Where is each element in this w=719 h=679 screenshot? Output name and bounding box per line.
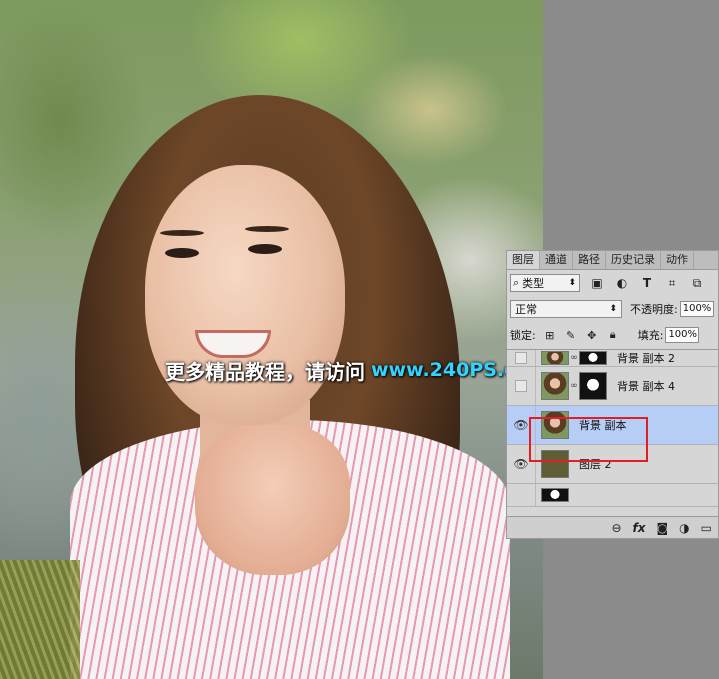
photo-eye-left [165, 248, 199, 258]
image-filter-icon[interactable]: ▣ [589, 275, 605, 291]
smart-object-filter-icon[interactable]: ⧉ [689, 275, 705, 291]
watermark: 更多精品教程，请访问 www.240PS.com [165, 356, 543, 384]
blend-mode-value: 正常 [515, 303, 537, 316]
watermark-text: 更多精品教程，请访问 [165, 359, 365, 384]
layer-name: 背景 副本 4 [617, 380, 675, 393]
add-mask-icon[interactable]: ◙ [657, 521, 669, 535]
layer-row[interactable] [507, 484, 718, 507]
layer-mask-thumbnail[interactable] [579, 372, 607, 400]
panel-tabs: 图层 通道 路径 历史记录 动作 [507, 251, 718, 270]
layer-filter-select[interactable]: ⌕ 类型 ⬍ [510, 274, 580, 292]
link-chain-icon: ∞ [570, 381, 578, 391]
highlight-box [529, 417, 648, 462]
layer-mask-thumbnail[interactable] [579, 351, 607, 365]
new-group-icon[interactable]: ▭ [701, 521, 712, 535]
photo-hands [195, 425, 350, 575]
lock-position-icon[interactable]: ✥ [585, 328, 599, 342]
visibility-toggle[interactable] [507, 484, 536, 506]
layer-row[interactable]: ∞ 背景 副本 2 [507, 350, 718, 367]
visibility-toggle[interactable] [507, 367, 536, 405]
eye-icon: 👁︎ [513, 418, 529, 432]
filter-row: ⌕ 类型 ⬍ ▣ ◐ T ⌗ ⧉ [507, 270, 718, 296]
photo-brow-left [160, 230, 204, 236]
fill-label: 填充: [637, 329, 664, 342]
lock-label: 锁定: [510, 329, 536, 342]
eye-icon: 👁︎ [513, 457, 529, 471]
photo-face [145, 165, 345, 425]
adjustment-filter-icon[interactable]: ◐ [614, 275, 630, 291]
opacity-input[interactable]: 100% [679, 301, 714, 317]
layer-thumbnail [541, 351, 569, 365]
document-canvas[interactable]: 更多精品教程，请访问 www.240PS.com [0, 0, 543, 679]
dropdown-arrow-icon: ⬍ [568, 278, 576, 288]
visibility-toggle[interactable] [507, 350, 536, 366]
tab-actions[interactable]: 动作 [661, 251, 694, 269]
adjustment-layer-icon[interactable]: ◑ [679, 521, 689, 535]
layer-thumbnail [541, 488, 569, 502]
fill-input[interactable]: 100% [665, 327, 700, 343]
lock-transparent-icon[interactable]: ⊞ [543, 328, 557, 342]
type-filter-icon[interactable]: T [639, 275, 655, 291]
search-icon: ⌕ [513, 276, 520, 289]
panel-footer: ⊖ fx ◙ ◑ ▭ [507, 516, 718, 538]
layer-filter-label: 类型 [522, 277, 545, 290]
tab-paths[interactable]: 路径 [573, 251, 606, 269]
photo-eye-right [248, 244, 282, 254]
photo-brow-right [245, 226, 289, 232]
link-layers-icon[interactable]: ⊖ [611, 521, 621, 535]
lock-all-icon[interactable]: 🔒︎ [606, 328, 620, 342]
shape-filter-icon[interactable]: ⌗ [664, 275, 680, 291]
opacity-label: 不透明度: [630, 303, 678, 316]
layer-thumbnail [541, 372, 569, 400]
visibility-off-icon [515, 352, 527, 364]
fx-icon[interactable]: fx [633, 521, 646, 535]
tab-history[interactable]: 历史记录 [606, 251, 661, 269]
lock-row: 锁定: ⊞ ✎ ✥ 🔒︎ 填充: 100% [507, 322, 718, 348]
blend-mode-select[interactable]: 正常 ⬍ [510, 300, 622, 318]
tab-layers[interactable]: 图层 [507, 251, 540, 269]
link-chain-icon: ∞ [570, 353, 578, 363]
dropdown-arrow-icon: ⬍ [609, 304, 617, 314]
photo-grass [0, 560, 80, 679]
lock-brush-icon[interactable]: ✎ [564, 328, 578, 342]
tab-channels[interactable]: 通道 [540, 251, 573, 269]
visibility-off-icon [515, 380, 527, 392]
blend-row: 正常 ⬍ 不透明度: 100% [507, 296, 718, 322]
layers-panel: 图层 通道 路径 历史记录 动作 ⌕ 类型 ⬍ ▣ ◐ T ⌗ ⧉ 正常 ⬍ 不… [506, 250, 719, 539]
layer-row[interactable]: ∞ 背景 副本 4 [507, 367, 718, 406]
layer-name: 背景 副本 2 [617, 352, 675, 365]
